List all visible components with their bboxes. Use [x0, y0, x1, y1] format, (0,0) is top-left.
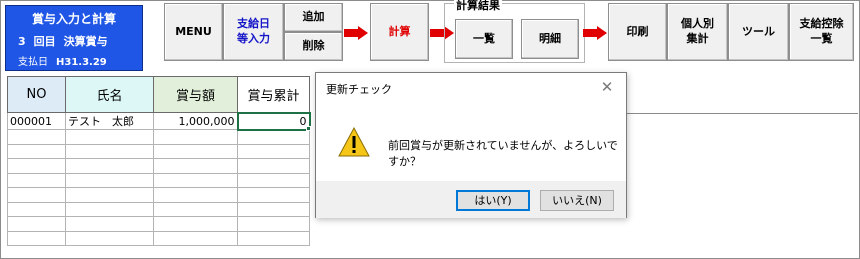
table-row[interactable]: 000001 テスト 太郎 1,000,000 0 — [7, 111, 311, 131]
period-info: 3 回目 決算賞与 — [18, 33, 116, 49]
header-bonus[interactable]: 賞与額 — [153, 76, 238, 113]
header-name[interactable]: 氏名 — [65, 76, 154, 113]
print-button[interactable]: 印刷 — [608, 3, 667, 61]
deduction-list-button[interactable]: 支給控除 一覧 — [789, 3, 854, 61]
cell-empty[interactable] — [237, 187, 310, 203]
right-arrow-icon — [583, 26, 607, 40]
table-row[interactable] — [7, 129, 310, 145]
cell-empty[interactable] — [153, 187, 238, 203]
no-button[interactable]: いいえ(N) — [540, 190, 614, 211]
table-row[interactable] — [7, 158, 310, 174]
cell-empty[interactable] — [7, 187, 66, 203]
cell-bonus[interactable]: 1,000,000 — [153, 112, 238, 130]
grid-header-row: NO 氏名 賞与額 賞与累計 — [7, 76, 310, 113]
cell-empty[interactable] — [7, 230, 66, 246]
dialog-message: 前回賞与が更新されていませんが、よろしいですか？ — [388, 139, 618, 168]
cell-empty[interactable] — [7, 201, 66, 217]
table-row[interactable] — [7, 201, 310, 217]
fill-handle[interactable] — [306, 126, 311, 131]
cell-empty[interactable] — [153, 230, 238, 246]
detail-button[interactable]: 明細 — [521, 19, 579, 59]
cell-empty[interactable] — [237, 172, 310, 188]
close-icon[interactable]: ✕ — [596, 77, 618, 97]
update-check-dialog: 更新チェック ✕ 前回賞与が更新されていませんが、よろしいですか？ はい(Y) … — [315, 72, 627, 218]
table-row[interactable] — [7, 216, 310, 232]
cell-empty[interactable] — [237, 216, 310, 232]
cell-empty[interactable] — [153, 143, 238, 159]
table-row[interactable] — [7, 172, 310, 188]
pay-date-entry-button[interactable]: 支給日 等入力 — [223, 3, 284, 61]
cell-empty[interactable] — [153, 172, 238, 188]
cell-empty[interactable] — [7, 172, 66, 188]
cell-empty[interactable] — [65, 172, 154, 188]
cell-empty[interactable] — [237, 201, 310, 217]
warning-icon — [338, 127, 370, 157]
cell-empty[interactable] — [65, 143, 154, 159]
results-group-label: 計算結果 — [454, 0, 502, 13]
pay-date-label: 支払日 — [18, 57, 48, 68]
right-arrow-icon — [344, 26, 368, 40]
dialog-footer: はい(Y) いいえ(N) — [316, 181, 626, 218]
cell-empty[interactable] — [7, 158, 66, 174]
cell-empty[interactable] — [237, 129, 310, 145]
table-row[interactable] — [7, 143, 310, 159]
cell-empty[interactable] — [7, 143, 66, 159]
add-button[interactable]: 追加 — [284, 3, 343, 32]
bonus-name: 決算賞与 — [63, 35, 108, 48]
bonus-grid: NO 氏名 賞与額 賞与累計 000001 テスト 太郎 1,000,000 0 — [7, 76, 311, 246]
dialog-title: 更新チェック — [326, 83, 392, 96]
calculate-button[interactable]: 計算 — [370, 3, 429, 61]
cell-empty[interactable] — [237, 158, 310, 174]
cell-empty[interactable] — [237, 230, 310, 246]
header-no[interactable]: NO — [7, 76, 66, 113]
cell-cumulative-selected[interactable]: 0 — [236, 111, 311, 131]
delete-button[interactable]: 削除 — [284, 32, 343, 61]
cell-empty[interactable] — [237, 143, 310, 159]
cell-no[interactable]: 000001 — [7, 112, 66, 130]
cell-name[interactable]: テスト 太郎 — [65, 112, 154, 130]
cell-empty[interactable] — [153, 201, 238, 217]
menu-button[interactable]: MENU — [164, 3, 223, 61]
cell-empty[interactable] — [153, 129, 238, 145]
table-row[interactable] — [7, 187, 310, 203]
cell-empty[interactable] — [65, 216, 154, 232]
cell-empty[interactable] — [65, 230, 154, 246]
period-label: 回目 — [33, 35, 56, 48]
list-button[interactable]: 一覧 — [455, 19, 513, 59]
divider — [627, 113, 858, 114]
individual-summary-button[interactable]: 個人別 集計 — [667, 3, 728, 61]
cell-empty[interactable] — [65, 129, 154, 145]
cell-empty[interactable] — [65, 187, 154, 203]
cell-empty[interactable] — [65, 158, 154, 174]
cell-empty[interactable] — [7, 216, 66, 232]
pay-date-value: H31.3.29 — [56, 57, 107, 68]
screen-title: 賞与入力と計算 — [31, 12, 116, 26]
header-cumulative[interactable]: 賞与累計 — [237, 76, 310, 113]
pay-date-info: 支払日 H31.3.29 — [18, 53, 115, 68]
cell-empty[interactable] — [153, 158, 238, 174]
dialog-body: 前回賞与が更新されていませんが、よろしいですか？ — [316, 109, 626, 181]
period-number: 3 — [18, 35, 26, 48]
cell-empty[interactable] — [7, 129, 66, 145]
yes-button[interactable]: はい(Y) — [456, 190, 530, 211]
cell-empty[interactable] — [153, 216, 238, 232]
title-block: 賞与入力と計算 3 回目 決算賞与 支払日 H31.3.29 — [5, 5, 143, 71]
tools-button[interactable]: ツール — [728, 3, 789, 61]
cell-empty[interactable] — [65, 201, 154, 217]
table-row[interactable] — [7, 230, 310, 246]
